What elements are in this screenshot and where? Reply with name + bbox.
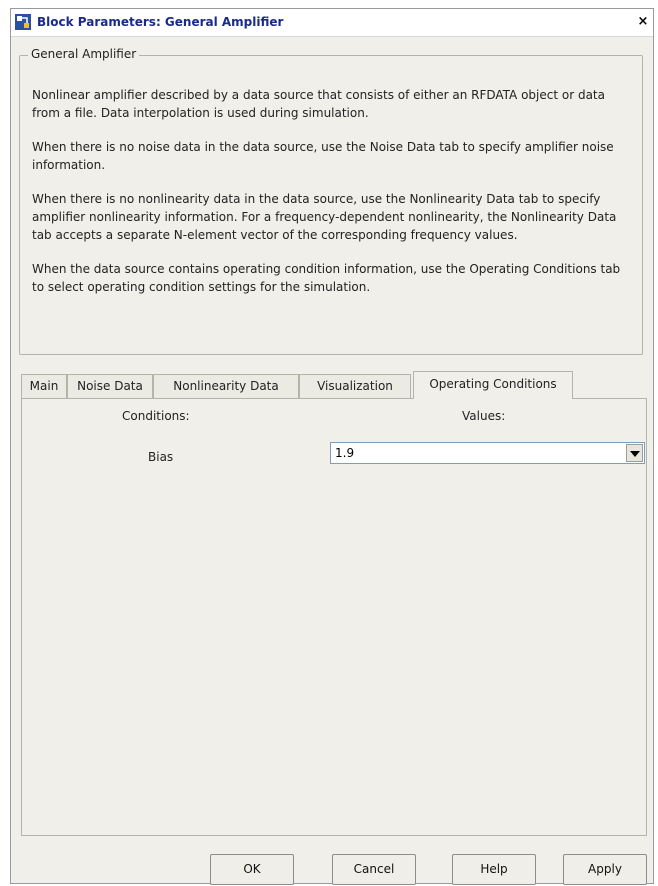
tab-main[interactable]: Main [21, 374, 67, 398]
block-parameters-dialog: Block Parameters: General Amplifier × Ge… [10, 8, 654, 885]
description-paragraph: Nonlinear amplifier described by a data … [32, 88, 605, 120]
cancel-button[interactable]: Cancel [332, 854, 416, 885]
description-text: Nonlinear amplifier described by a data … [32, 86, 632, 312]
description-paragraph: When there is no noise data in the data … [32, 140, 614, 172]
operating-conditions-panel: Conditions: Values: Bias 1.9 [21, 398, 647, 836]
description-paragraph: When the data source contains operating … [32, 262, 621, 294]
values-header: Values: [462, 409, 506, 423]
help-button[interactable]: Help [452, 854, 536, 885]
bias-selected-value: 1.9 [335, 446, 355, 460]
description-paragraph: When there is no nonlinearity data in th… [32, 192, 617, 242]
simulink-block-icon [15, 14, 31, 30]
condition-label-bias: Bias [148, 450, 174, 464]
tab-operating-conditions[interactable]: Operating Conditions [413, 371, 573, 399]
apply-button[interactable]: Apply [563, 854, 647, 885]
close-icon[interactable]: × [635, 14, 651, 30]
description-group: General Amplifier Nonlinear amplifier de… [19, 47, 643, 355]
tab-noise-data[interactable]: Noise Data [67, 374, 153, 398]
conditions-header: Conditions: [122, 409, 190, 423]
chevron-down-icon[interactable] [626, 444, 643, 462]
tab-visualization[interactable]: Visualization [299, 374, 411, 398]
window-title: Block Parameters: General Amplifier [37, 15, 284, 29]
title-bar[interactable]: Block Parameters: General Amplifier × [11, 9, 653, 37]
tab-nonlinearity-data[interactable]: Nonlinearity Data [153, 374, 299, 398]
ok-button[interactable]: OK [210, 854, 294, 885]
group-legend: General Amplifier [28, 47, 140, 61]
tab-strip: Main Noise Data Nonlinearity Data Visual… [21, 371, 647, 399]
bias-value-select[interactable]: 1.9 [330, 442, 645, 464]
